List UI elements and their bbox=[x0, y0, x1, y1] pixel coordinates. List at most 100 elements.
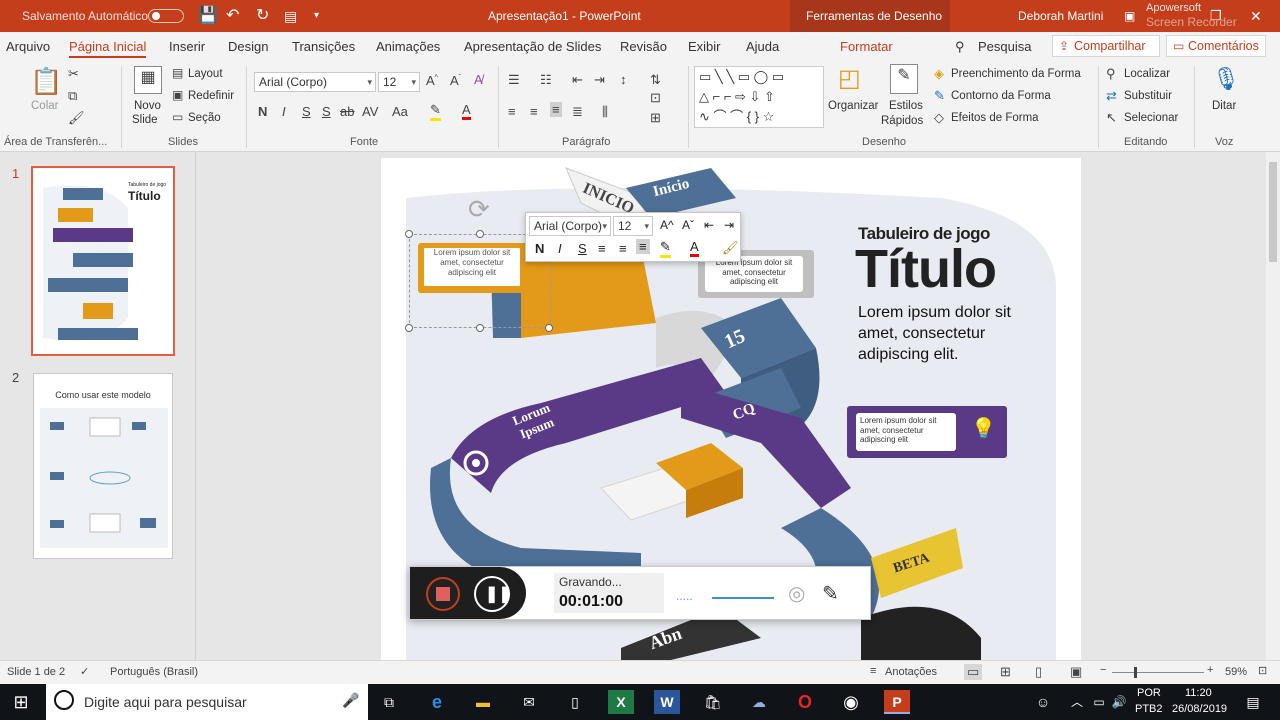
reset-label[interactable]: Redefinir bbox=[188, 90, 234, 102]
zoom-level[interactable]: 59% bbox=[1225, 666, 1247, 678]
increase-font-icon[interactable]: A^ bbox=[426, 73, 438, 88]
shape-effects-label[interactable]: Efeitos de Forma bbox=[951, 112, 1039, 124]
align-text-icon[interactable]: ⊡ bbox=[650, 90, 661, 106]
chrome-icon[interactable]: ◉ bbox=[838, 690, 864, 714]
save-icon[interactable]: 💾 bbox=[198, 0, 218, 32]
find-icon[interactable]: ⚲ bbox=[1106, 66, 1116, 82]
shape-fill-icon[interactable]: ◈ bbox=[934, 66, 944, 82]
mail-icon[interactable]: ✉ bbox=[516, 690, 542, 714]
align-center-icon[interactable]: ≡ bbox=[530, 104, 538, 119]
arrange-label[interactable]: Organizar bbox=[828, 100, 879, 112]
stop-button[interactable] bbox=[426, 577, 460, 611]
powerpoint-icon[interactable]: P bbox=[884, 690, 910, 714]
quick-styles-icon[interactable]: ✎ bbox=[890, 64, 918, 94]
paste-label[interactable]: Colar bbox=[31, 100, 58, 112]
slide-thumbnail-2[interactable]: Como usar este modelo bbox=[33, 373, 173, 559]
restore-icon[interactable]: ❐ bbox=[1210, 0, 1222, 32]
zoom-slider-thumb[interactable] bbox=[1134, 667, 1137, 678]
mini-align-right-icon[interactable]: ≡ bbox=[636, 239, 650, 254]
webcam-icon[interactable]: ◎ bbox=[788, 581, 805, 606]
tab-arquivo[interactable]: Arquivo bbox=[6, 39, 50, 54]
mini-format-painter-icon[interactable]: 🖌 bbox=[722, 240, 739, 256]
notes-icon[interactable]: ≡ bbox=[870, 665, 876, 677]
new-slide-icon[interactable]: ▦ bbox=[134, 66, 162, 94]
shape-fill-label[interactable]: Preenchimento da Forma bbox=[951, 68, 1081, 80]
quick-styles-label-1[interactable]: Estilos bbox=[889, 100, 923, 112]
reset-icon[interactable]: ▣ bbox=[172, 88, 183, 102]
mini-indent-icon[interactable]: ⇥ bbox=[724, 218, 734, 232]
smartart-icon[interactable]: ⊞ bbox=[650, 110, 661, 126]
tab-pagina-inicial[interactable]: Página Inicial bbox=[69, 39, 147, 58]
select-label[interactable]: Selecionar bbox=[1124, 112, 1178, 124]
resize-handle[interactable] bbox=[405, 324, 413, 332]
mini-font-color-icon[interactable]: A bbox=[690, 239, 699, 257]
arrange-icon[interactable]: ◰ bbox=[838, 64, 861, 93]
pause-button[interactable]: ❚❚ bbox=[474, 576, 512, 612]
volume-icon[interactable]: 🔊 bbox=[1106, 690, 1132, 714]
change-case-icon[interactable]: Aa bbox=[392, 104, 408, 119]
clear-format-icon[interactable]: A̸ bbox=[474, 72, 483, 87]
find-label[interactable]: Localizar bbox=[1124, 68, 1170, 80]
edge-icon[interactable]: e bbox=[424, 690, 450, 714]
volume-slider[interactable] bbox=[712, 597, 774, 599]
justify-icon[interactable]: ≣ bbox=[572, 104, 583, 120]
quick-styles-label-2[interactable]: Rápidos bbox=[881, 115, 923, 127]
rotate-handle-icon[interactable]: ⟳ bbox=[468, 194, 490, 225]
file-explorer-icon[interactable]: ▬ bbox=[470, 690, 496, 714]
word-icon[interactable]: W bbox=[654, 690, 680, 714]
scrollbar-thumb[interactable] bbox=[1269, 162, 1277, 262]
microphone-icon[interactable]: 🎙 bbox=[1212, 66, 1240, 92]
format-painter-icon[interactable]: 🖌 bbox=[68, 110, 85, 126]
app-icon[interactable]: ☁ bbox=[746, 690, 772, 714]
shape-effects-icon[interactable]: ◇ bbox=[934, 110, 944, 126]
numbering-icon[interactable]: ☷ bbox=[540, 72, 552, 88]
fit-slide-icon[interactable]: ⊡ bbox=[1258, 664, 1267, 677]
undo-icon[interactable]: ↶ bbox=[226, 0, 239, 32]
shapes-gallery[interactable]: ▭ ╲ ╲ ▭ ◯ ▭ △ ⌐ ⌐ ⇨ ⇩ ⇧ ∿ ⌒ ⌒ { } ☆ bbox=[694, 66, 824, 128]
shadow-icon[interactable]: S bbox=[322, 104, 331, 119]
copy-icon[interactable]: ⧉ bbox=[68, 88, 77, 104]
increase-indent-icon[interactable]: ⇥ bbox=[594, 72, 605, 88]
tab-design[interactable]: Design bbox=[228, 39, 268, 54]
bullets-icon[interactable]: ☰ bbox=[508, 72, 520, 88]
font-size-combo[interactable]: 12 bbox=[378, 72, 420, 92]
reading-view-icon[interactable]: ▯ bbox=[1035, 664, 1042, 680]
zoom-in-icon[interactable]: + bbox=[1207, 664, 1213, 676]
mini-italic-button[interactable]: I bbox=[558, 241, 562, 256]
slide-title[interactable]: Título bbox=[855, 238, 997, 300]
paste-icon[interactable]: 📋 bbox=[30, 66, 62, 98]
autosave-toggle[interactable] bbox=[148, 9, 184, 23]
section-label[interactable]: Seção bbox=[188, 112, 221, 124]
shape-outline-label[interactable]: Contorno da Forma bbox=[951, 90, 1051, 102]
section-icon[interactable]: ▭ bbox=[172, 110, 183, 124]
opera-icon[interactable]: O bbox=[792, 690, 818, 714]
language-label[interactable]: Português (Brasil) bbox=[110, 666, 198, 678]
people-icon[interactable]: ☺ bbox=[1030, 690, 1056, 714]
store-icon[interactable]: 🛍 bbox=[700, 690, 726, 714]
close-icon[interactable]: ✕ bbox=[1250, 0, 1262, 32]
mini-bold-button[interactable]: N bbox=[535, 241, 544, 256]
tab-inserir[interactable]: Inserir bbox=[169, 39, 205, 54]
mini-grow-font-icon[interactable]: A^ bbox=[660, 218, 674, 232]
taskbar-search-box[interactable]: Digite aqui para pesquisar 🎤 bbox=[46, 684, 368, 720]
new-slide-label-1[interactable]: Novo bbox=[134, 100, 161, 112]
spacing-icon[interactable]: AV bbox=[362, 104, 378, 119]
mini-align-left-icon[interactable]: ≡ bbox=[598, 241, 606, 256]
notifications-icon[interactable]: ▤ bbox=[1240, 690, 1266, 714]
vertical-scrollbar[interactable] bbox=[1266, 152, 1280, 660]
excel-icon[interactable]: X bbox=[608, 690, 634, 714]
spellcheck-icon[interactable]: ✓ bbox=[80, 665, 89, 678]
strikethrough-icon[interactable]: ab bbox=[340, 104, 354, 119]
mini-font-name[interactable]: Arial (Corpo) bbox=[529, 216, 611, 236]
search-label[interactable]: Pesquisa bbox=[978, 39, 1031, 54]
slideshow-view-icon[interactable]: ▣ bbox=[1070, 664, 1082, 680]
task-view-icon[interactable]: ⧉ bbox=[376, 690, 402, 714]
replace-icon[interactable]: ⇄ bbox=[1106, 88, 1117, 104]
align-right-icon[interactable]: ≡ bbox=[550, 102, 562, 117]
search-icon[interactable]: ⚲ bbox=[955, 39, 965, 55]
keyboard-layout[interactable]: PTB2 bbox=[1135, 703, 1163, 715]
columns-icon[interactable]: ⫼ bbox=[602, 104, 608, 120]
align-left-icon[interactable]: ≡ bbox=[508, 104, 516, 119]
mini-highlight-icon[interactable]: ✎ bbox=[660, 239, 671, 258]
tab-animacoes[interactable]: Animações bbox=[376, 39, 440, 54]
